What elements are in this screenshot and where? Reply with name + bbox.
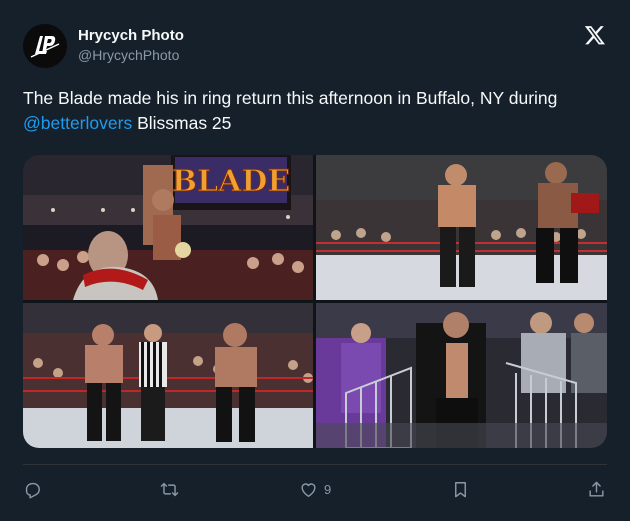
action-bar: 9: [23, 477, 607, 501]
media-grid: BLADE: [23, 155, 607, 448]
share-icon: [589, 481, 604, 497]
reply-button[interactable]: [23, 477, 42, 501]
bookmark-button[interactable]: [451, 477, 470, 501]
tweet-text-body: The Blade made his in ring return this a…: [23, 88, 558, 108]
photo-crowd-walk[interactable]: [316, 303, 607, 448]
blade-sign-text: BLADE: [172, 164, 291, 199]
mention-link[interactable]: @betterlovers: [23, 113, 132, 133]
retweet-button[interactable]: [160, 477, 179, 501]
tweet-text: The Blade made his in ring return this a…: [23, 86, 608, 136]
tweet-text-tail: Blissmas 25: [132, 113, 232, 133]
retweet-icon: [160, 482, 179, 496]
photo-ring-mic[interactable]: [316, 155, 607, 300]
reply-icon: [25, 482, 40, 499]
like-button[interactable]: 9: [299, 477, 331, 501]
author-handle[interactable]: @HrycychPhoto: [78, 47, 179, 63]
like-count: 9: [324, 481, 332, 497]
author-avatar[interactable]: [23, 24, 67, 68]
heart-icon: [301, 482, 316, 497]
bookmark-icon: [455, 481, 466, 497]
photo-ring-referee[interactable]: [23, 303, 313, 448]
x-logo-icon[interactable]: [584, 24, 606, 46]
share-button[interactable]: [587, 477, 606, 501]
author-name[interactable]: Hrycych Photo: [78, 27, 184, 44]
tweet-card: Hrycych Photo @HrycychPhoto The Blade ma…: [0, 0, 630, 521]
photo-blade-entrance[interactable]: BLADE: [23, 155, 313, 300]
actions-divider: [23, 464, 607, 465]
lp-logo-icon: [23, 24, 67, 68]
